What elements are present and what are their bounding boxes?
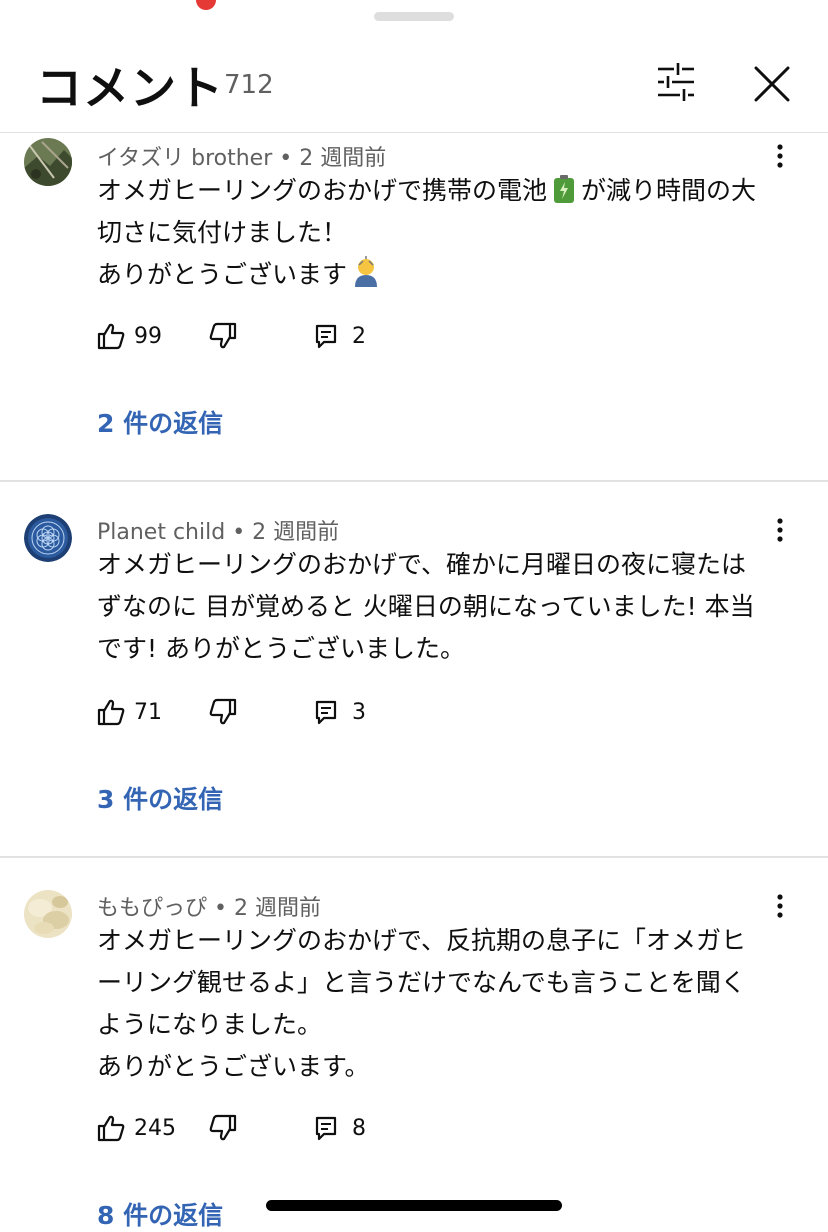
comment-count: 712 bbox=[224, 70, 274, 100]
thumbs-up-icon bbox=[97, 323, 125, 350]
dislike-button[interactable] bbox=[208, 318, 238, 354]
like-count: 99 bbox=[134, 323, 162, 349]
comment-text: オメガヒーリングのおかげで、確かに月曜日の夜に寝たは ずなのに 目が覚めると 火… bbox=[97, 550, 755, 663]
reply-icon bbox=[315, 1116, 337, 1141]
reply-button[interactable]: 3 bbox=[314, 694, 366, 730]
like-button[interactable]: 71 bbox=[96, 694, 162, 730]
comment-actions: 71 3 bbox=[96, 694, 496, 730]
thumbs-down-icon bbox=[209, 322, 237, 349]
meta-separator: • bbox=[279, 146, 300, 171]
comments-header: コメント 712 bbox=[0, 0, 828, 133]
thumbs-up-icon bbox=[97, 1115, 125, 1142]
like-button[interactable]: 245 bbox=[96, 1110, 176, 1146]
reply-count: 3 bbox=[352, 699, 366, 725]
like-count: 245 bbox=[134, 1115, 176, 1141]
comment-time: 2 週間前 bbox=[252, 520, 340, 545]
more-vertical-icon bbox=[777, 144, 783, 168]
view-replies-link[interactable]: 3 件の返信 bbox=[97, 780, 223, 816]
comment-divider bbox=[0, 856, 828, 858]
thumbs-down-icon bbox=[209, 1114, 237, 1141]
comment-author[interactable]: ももぴっぴ bbox=[97, 896, 207, 921]
filter-button[interactable] bbox=[650, 60, 702, 104]
close-icon bbox=[754, 66, 790, 102]
sliders-icon bbox=[658, 63, 694, 101]
comment-text: オメガヒーリングのおかげで、反抗期の息子に「オメガヒ ーリング観せるよ」と言うだ… bbox=[97, 926, 747, 1081]
more-vertical-icon bbox=[777, 518, 783, 542]
thumbs-down-icon bbox=[209, 698, 237, 725]
dislike-button[interactable] bbox=[208, 694, 238, 730]
comment-author[interactable]: Planet child bbox=[97, 520, 225, 545]
page-title: コメント bbox=[36, 61, 224, 115]
comment-actions: 99 2 bbox=[96, 318, 496, 354]
like-count: 71 bbox=[134, 699, 162, 725]
comment-divider bbox=[0, 480, 828, 482]
comment-time: 2 週間前 bbox=[234, 896, 321, 921]
view-replies-link[interactable]: 8 件の返信 bbox=[97, 1196, 223, 1232]
meta-separator: • bbox=[232, 520, 253, 545]
avatar[interactable] bbox=[24, 138, 72, 186]
comment-author[interactable]: イタズリ brother bbox=[97, 146, 272, 171]
close-button[interactable] bbox=[748, 60, 796, 108]
like-button[interactable]: 99 bbox=[96, 318, 162, 354]
thumbs-up-icon bbox=[97, 699, 125, 726]
view-replies-link[interactable]: 2 件の返信 bbox=[97, 404, 223, 440]
comment-menu-button[interactable] bbox=[768, 142, 792, 172]
reply-icon bbox=[315, 324, 337, 349]
comment-menu-button[interactable] bbox=[768, 516, 792, 546]
comment-time: 2 週間前 bbox=[299, 146, 387, 171]
comment-meta: ももぴっぴ • 2 週間前 bbox=[97, 890, 321, 922]
battery-emoji-icon bbox=[554, 175, 575, 203]
avatar[interactable] bbox=[24, 514, 72, 562]
comment-menu-button[interactable] bbox=[768, 892, 792, 922]
bowing-person-emoji-icon bbox=[355, 256, 378, 287]
reply-count: 8 bbox=[352, 1115, 366, 1141]
dislike-button[interactable] bbox=[208, 1110, 238, 1146]
comment-meta: イタズリ brother • 2 週間前 bbox=[97, 140, 386, 172]
meta-separator: • bbox=[214, 896, 234, 921]
comment-actions: 245 8 bbox=[96, 1110, 496, 1146]
reply-count: 2 bbox=[352, 323, 366, 349]
comment-text: オメガヒーリングのおかげで携帯の電池 が減り時間の大 切さに気付けました！ ありが… bbox=[97, 175, 757, 289]
avatar[interactable] bbox=[24, 890, 72, 938]
comment-meta: Planet child • 2 週間前 bbox=[97, 514, 339, 546]
more-vertical-icon bbox=[777, 894, 783, 918]
reply-button[interactable]: 2 bbox=[314, 318, 366, 354]
home-indicator[interactable] bbox=[266, 1200, 562, 1211]
reply-icon bbox=[315, 700, 337, 725]
reply-button[interactable]: 8 bbox=[314, 1110, 366, 1146]
